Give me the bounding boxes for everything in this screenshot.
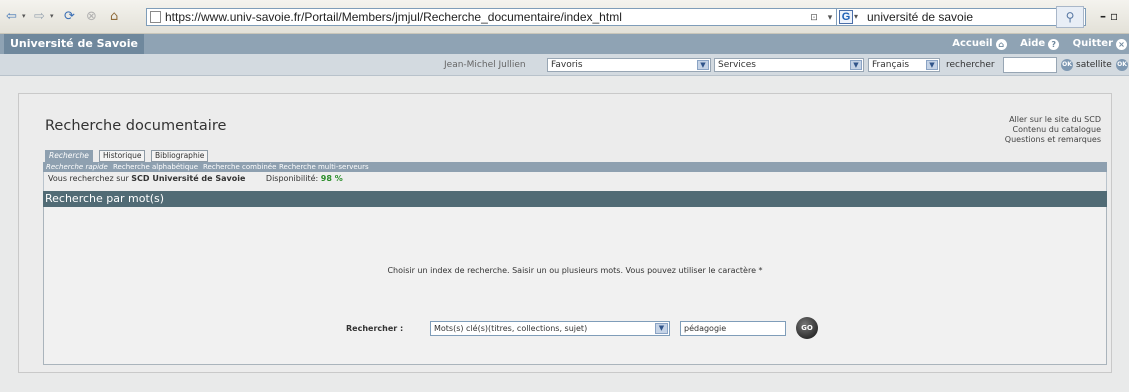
magnifier-icon[interactable]: ⚲: [1056, 6, 1084, 28]
instruction-text: Choisir un index de recherche. Saisir un…: [387, 266, 763, 275]
quitter-link[interactable]: Quitter ×: [1072, 38, 1127, 50]
home-icon[interactable]: ⌂: [110, 9, 118, 25]
catalog-content-link[interactable]: Contenu du catalogue: [1005, 125, 1101, 135]
subtab-alphabetique[interactable]: Recherche alphabétique: [113, 162, 198, 172]
services-select[interactable]: Services ▼: [714, 58, 864, 72]
services-value: Services: [718, 60, 756, 70]
section-title: Recherche par mot(s): [43, 191, 1107, 207]
index-select[interactable]: Mots(s) clé(s)(titres, collections, suje…: [430, 321, 670, 336]
aide-link[interactable]: Aide?: [1020, 38, 1060, 50]
window-controls[interactable]: –▫: [1100, 9, 1122, 23]
language-value: Français: [872, 60, 910, 70]
back-arrow-icon[interactable]: ⇦: [6, 9, 17, 25]
chevron-down-icon[interactable]: ▼: [655, 323, 668, 334]
favoris-value: Favoris: [551, 60, 583, 70]
close-icon: ×: [1116, 39, 1127, 50]
rechercher-label: Rechercher :: [346, 324, 404, 333]
satellite-ok-button[interactable]: OK: [1116, 59, 1128, 71]
quitter-label: Quitter: [1072, 38, 1113, 49]
tab-recherche[interactable]: Recherche: [45, 150, 93, 162]
site-header: Université de Savoie Accueil ⌂ Aide? Quit…: [0, 34, 1129, 54]
subtab-combinee[interactable]: Recherche combinée: [203, 162, 276, 172]
user-toolbar: Jean-Michel Jullien Favoris ▼ Services ▼…: [0, 54, 1129, 76]
accueil-label: Accueil: [952, 38, 993, 49]
chevron-down-icon[interactable]: ▼: [697, 60, 709, 70]
user-name: Jean-Michel Jullien: [444, 60, 526, 70]
search-engine-icon[interactable]: G: [839, 10, 853, 24]
info-prefix: Vous recherchez sur: [48, 174, 129, 183]
subtab-bar: Recherche rapide Recherche alphabétique …: [43, 162, 1107, 172]
site-search-input[interactable]: [1003, 57, 1057, 73]
questions-link[interactable]: Questions et remarques: [1005, 135, 1101, 145]
forward-arrow-icon[interactable]: ⇨: [34, 9, 45, 25]
search-label: rechercher: [946, 60, 995, 70]
site-title[interactable]: Université de Savoie: [4, 34, 144, 54]
address-bar[interactable]: https://www.univ-savoie.fr/Portail/Membe…: [146, 8, 930, 26]
search-context-info: Vous recherchez sur SCD Université de Sa…: [43, 172, 1107, 191]
tab-historique[interactable]: Historique: [99, 150, 146, 162]
reload-icon[interactable]: ⟳: [64, 9, 75, 25]
availability-value: 98 %: [320, 174, 343, 183]
chevron-down-icon[interactable]: ▼: [850, 60, 862, 70]
ok-button[interactable]: OK: [1061, 59, 1073, 71]
satellite-label: satellite: [1076, 60, 1112, 70]
site-links: Accueil ⌂ Aide? Quitter ×: [942, 34, 1127, 54]
forward-dropdown-icon[interactable]: ▾: [50, 12, 54, 20]
language-select[interactable]: Français ▼: [868, 58, 940, 72]
go-button[interactable]: GO: [796, 317, 818, 339]
favoris-select[interactable]: Favoris ▼: [547, 58, 711, 72]
subtab-rapide[interactable]: Recherche rapide: [46, 162, 108, 172]
main-panel: Recherche documentaire Aller sur le site…: [18, 93, 1112, 373]
chevron-down-icon[interactable]: ▼: [926, 60, 938, 70]
engine-dropdown-icon[interactable]: ▾: [854, 9, 858, 25]
home-icon: ⌂: [995, 39, 1007, 50]
web-search-box[interactable]: G ▾ université de savoie: [836, 8, 1086, 26]
scd-site-link[interactable]: Aller sur le site du SCD: [1005, 115, 1101, 125]
info-source: SCD Université de Savoie: [131, 174, 246, 183]
page-title: Recherche documentaire: [45, 118, 227, 134]
url-dropdown-icon[interactable]: ▾: [823, 11, 837, 23]
help-icon: ?: [1048, 39, 1060, 50]
keyword-input[interactable]: pédagogie: [680, 321, 786, 336]
back-dropdown-icon[interactable]: ▾: [22, 12, 26, 20]
tab-bibliographie[interactable]: Bibliographie: [151, 150, 209, 162]
index-selected-value: Mots(s) clé(s)(titres, collections, suje…: [434, 324, 588, 333]
search-form-area: Choisir un index de recherche. Saisir un…: [43, 207, 1107, 365]
url-text: https://www.univ-savoie.fr/Portail/Membe…: [165, 10, 622, 24]
browser-toolbar: ⇦ ▾ ⇨ ▾ ⟳ ⊗ ⌂ https://www.univ-savoie.fr…: [0, 0, 1129, 34]
availability-label: Disponibilité:: [265, 174, 319, 183]
stop-icon[interactable]: ⊗: [86, 9, 97, 25]
accueil-link[interactable]: Accueil ⌂: [952, 38, 1007, 50]
lock-icon: ⊡: [810, 12, 818, 22]
subtab-multi-serveurs[interactable]: Recherche multi-serveurs: [279, 162, 369, 172]
aide-label: Aide: [1020, 38, 1046, 49]
page-icon: [150, 11, 161, 23]
web-search-query: université de savoie: [867, 10, 974, 24]
scd-links: Aller sur le site du SCD Contenu du cata…: [1005, 115, 1101, 145]
